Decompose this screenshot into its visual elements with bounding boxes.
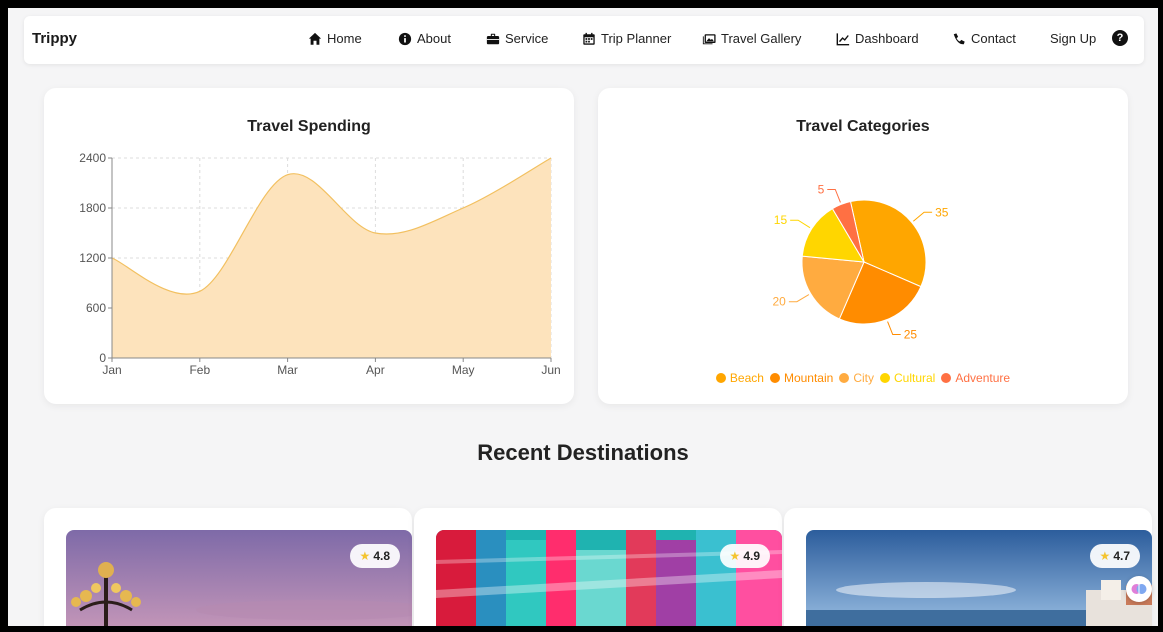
nav-sign-up[interactable]: Sign Up xyxy=(1050,31,1096,46)
legend-dot xyxy=(880,373,890,383)
legend-dot xyxy=(941,373,952,383)
brain-icon xyxy=(1131,584,1147,594)
pie-label-line xyxy=(788,294,810,303)
legend-dot xyxy=(769,373,780,383)
phone-icon xyxy=(953,32,965,44)
nav-home-label: Home xyxy=(327,31,362,46)
x-tick-label: Jan xyxy=(102,363,121,377)
images-icon xyxy=(702,33,716,44)
nav-about-label: About xyxy=(417,31,451,46)
nav-about[interactable]: About xyxy=(398,31,451,46)
nav-service[interactable]: Service xyxy=(486,31,548,46)
calendar-icon xyxy=(583,32,595,45)
pie-data-label: 35 xyxy=(935,205,949,219)
travel-spending-card: Travel Spending 0 600 1200 1800 2400 Jan Feb Ma… xyxy=(44,88,574,404)
star-icon: ★ xyxy=(359,549,371,563)
legend-item[interactable]: Mountain xyxy=(769,371,834,385)
nav-dashboard-label: Dashboard xyxy=(855,31,919,46)
rating-value: 4.8 xyxy=(373,549,390,563)
info-icon xyxy=(398,32,412,45)
destination-image[interactable]: ★ 4.9 xyxy=(436,530,782,626)
legend-label: Mountain xyxy=(783,371,834,385)
nav-service-label: Service xyxy=(505,31,549,46)
pie-data-label: 15 xyxy=(774,213,788,227)
y-tick-label: 1200 xyxy=(79,251,106,265)
pie-data-label: 20 xyxy=(773,295,787,309)
y-tick-label: 600 xyxy=(86,301,106,315)
pie-data-label: 5 xyxy=(818,182,825,196)
x-tick-label: Jun xyxy=(541,363,560,377)
destination-card[interactable]: ★ 4.9 xyxy=(414,508,782,626)
navbar: Trippy Home About Service Trip Planner T… xyxy=(24,16,1144,64)
star-icon: ★ xyxy=(1099,549,1111,563)
home-icon xyxy=(308,32,322,45)
nav-travel-gallery[interactable]: Travel Gallery xyxy=(702,31,801,46)
rating-value: 4.7 xyxy=(1113,549,1130,563)
x-tick-label: May xyxy=(452,363,475,377)
line-chart-icon xyxy=(836,32,850,45)
destination-card[interactable]: ★ 4.8 xyxy=(44,508,412,626)
assistant-button[interactable] xyxy=(1126,576,1152,602)
pie-label-line xyxy=(790,219,811,229)
legend-label: City xyxy=(853,371,874,385)
legend-item[interactable]: Cultural xyxy=(880,371,935,385)
nav-contact-label: Contact xyxy=(971,31,1016,46)
legend-label: Cultural xyxy=(894,371,936,385)
legend-item[interactable]: Adventure xyxy=(941,371,1010,385)
rating-badge: ★ 4.8 xyxy=(349,544,400,568)
legend-item[interactable]: Beach xyxy=(715,371,764,385)
brand-logo[interactable]: Trippy xyxy=(32,30,77,47)
travel-spending-chart: 0600120018002400Jan Feb Mar Apr May Jun xyxy=(79,151,560,377)
nav-trip-planner[interactable]: Trip Planner xyxy=(582,31,671,46)
chart-legend: Beach Mountain City Cultural Adventure xyxy=(598,371,1128,385)
nav-travel-gallery-label: Travel Gallery xyxy=(721,31,802,46)
legend-dot xyxy=(839,373,850,383)
briefcase-icon xyxy=(486,33,500,44)
rating-badge: ★ 4.9 xyxy=(719,544,770,568)
nav-sign-up-label: Sign Up xyxy=(1050,31,1097,46)
app-window: Trippy Home About Service Trip Planner T… xyxy=(8,8,1158,626)
destination-image[interactable]: ★ 4.8 xyxy=(66,530,412,626)
y-tick-label: 1800 xyxy=(79,201,106,215)
legend-label: Beach xyxy=(729,371,764,385)
x-tick-label: Feb xyxy=(189,363,210,377)
pie-label-line xyxy=(912,211,933,222)
travel-categories-card: Travel Categories 35 25 20 15 5 Beach Mountai… xyxy=(598,88,1128,404)
nav-dashboard[interactable]: Dashboard xyxy=(836,31,919,46)
y-tick-label: 2400 xyxy=(79,151,106,165)
x-tick-label: Mar xyxy=(277,363,298,377)
pie-label-line xyxy=(827,188,841,203)
section-title: Recent Destinations xyxy=(477,440,689,465)
spending-area xyxy=(112,158,551,358)
travel-categories-chart: 35 25 20 15 5 xyxy=(773,182,949,342)
star-icon: ★ xyxy=(729,549,741,563)
x-tick-label: Apr xyxy=(366,363,385,377)
help-icon[interactable]: ? xyxy=(1112,30,1128,46)
legend-label: Adventure xyxy=(955,371,1011,385)
destination-image[interactable]: ★ 4.7 xyxy=(806,530,1152,626)
nav-trip-planner-label: Trip Planner xyxy=(601,31,672,46)
rating-value: 4.9 xyxy=(743,549,760,563)
pie-label-line xyxy=(887,321,901,336)
destination-card[interactable]: ★ 4.7 xyxy=(784,508,1152,626)
pie-data-label: 25 xyxy=(904,328,918,342)
legend-item[interactable]: City xyxy=(839,371,874,385)
rating-badge: ★ 4.7 xyxy=(1089,544,1140,568)
nav-contact[interactable]: Contact xyxy=(952,31,1016,46)
nav-home[interactable]: Home xyxy=(308,31,362,46)
legend-dot xyxy=(715,373,726,383)
